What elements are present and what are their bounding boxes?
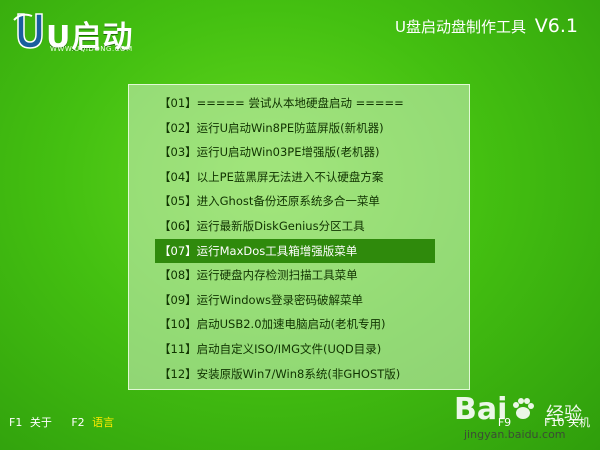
- boot-menu-item[interactable]: 【01】===== 尝试从本地硬盘启动 =====: [155, 91, 435, 116]
- f1-about-label[interactable]: 关于: [30, 416, 52, 429]
- f10-key[interactable]: F10: [544, 416, 564, 429]
- f9-key[interactable]: F9: [498, 416, 511, 429]
- boot-menu-item[interactable]: 【03】运行U启动Win03PE增强版(老机器): [155, 140, 435, 165]
- boot-menu-item[interactable]: 【07】运行MaxDos工具箱增强版菜单: [155, 238, 435, 264]
- boot-menu-item[interactable]: 【10】启动USB2.0加速电脑启动(老机专用): [155, 312, 435, 337]
- f2-key[interactable]: F2: [71, 416, 84, 429]
- boot-menu-list: 【01】===== 尝试从本地硬盘启动 ===== 【02】运行U启动Win8PE…: [155, 91, 435, 386]
- boot-menu-item[interactable]: 【12】安装原版Win7/Win8系统(非GHOST版): [155, 362, 435, 387]
- app-version: V6.1: [534, 15, 578, 37]
- logo-domain-text: WWW.UQIDONG.COM: [50, 45, 133, 53]
- footer-left: F1 关于 F2 语言: [9, 414, 114, 430]
- f10-shutdown-label[interactable]: 关机: [568, 416, 590, 429]
- app-title: U盘启动盘制作工具 V6.1: [395, 15, 578, 37]
- app-title-text: U盘启动盘制作工具: [395, 18, 526, 36]
- f1-key[interactable]: F1: [9, 416, 22, 429]
- boot-menu-panel: 【01】===== 尝试从本地硬盘启动 ===== 【02】运行U启动Win8PE…: [128, 84, 470, 390]
- boot-menu-item[interactable]: 【09】运行Windows登录密码破解菜单: [155, 288, 435, 313]
- boot-menu-item[interactable]: 【04】以上PE蓝黑屏无法进入不认硬盘方案: [155, 165, 435, 190]
- u-logo-icon: [13, 13, 43, 49]
- footer-right: F9 F10 关机: [498, 414, 590, 430]
- logo: U启动 WWW.UQIDONG.COM: [12, 10, 142, 55]
- boot-menu-item[interactable]: 【11】启动自定义ISO/IMG文件(UQD目录): [155, 337, 435, 362]
- f2-language-label[interactable]: 语言: [92, 416, 114, 429]
- boot-menu-item[interactable]: 【02】运行U启动Win8PE防蓝屏版(新机器): [155, 116, 435, 141]
- boot-menu-item[interactable]: 【05】进入Ghost备份还原系统多合一菜单: [155, 189, 435, 214]
- boot-menu-item[interactable]: 【08】运行硬盘内存检测扫描工具菜单: [155, 263, 435, 288]
- boot-menu-item[interactable]: 【06】运行最新版DiskGenius分区工具: [155, 214, 435, 239]
